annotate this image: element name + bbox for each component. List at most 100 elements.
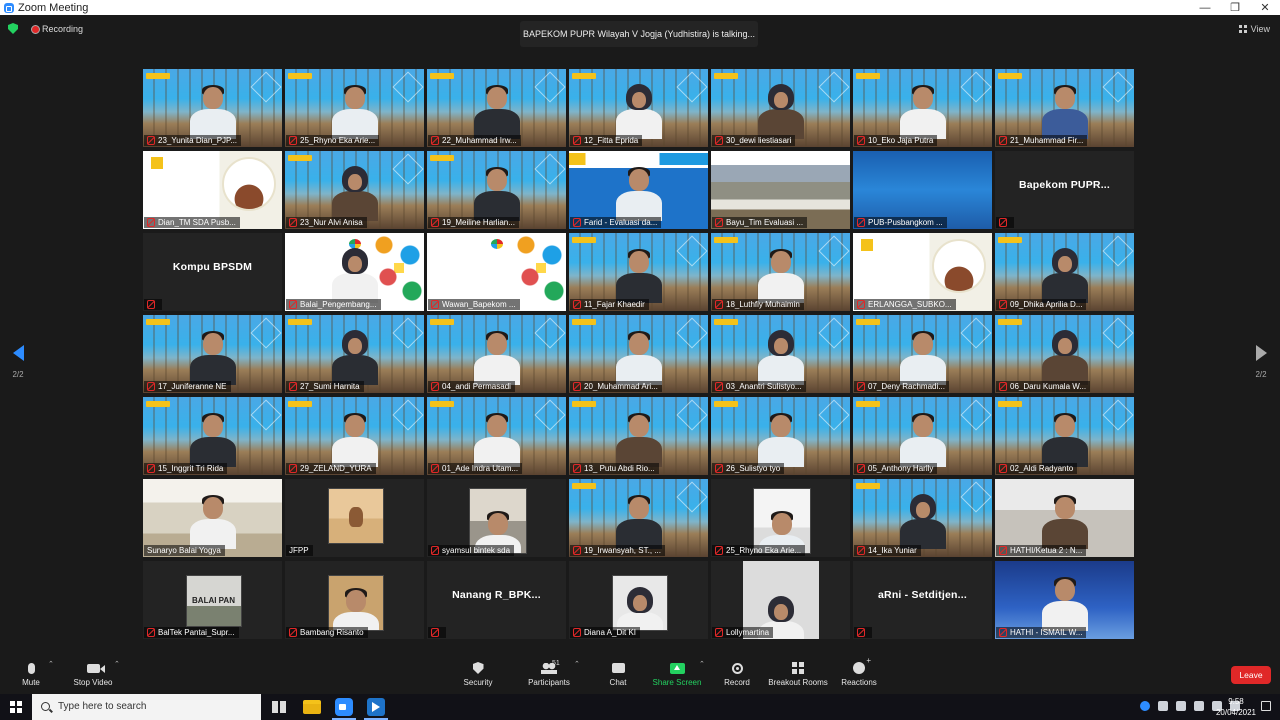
windows-start-icon[interactable] <box>10 701 22 713</box>
close-button[interactable]: ✕ <box>1250 0 1280 15</box>
media-app-taskbar-icon[interactable] <box>364 698 388 720</box>
participant-tile[interactable]: syamsul bintek sda <box>427 479 566 557</box>
participant-tile[interactable]: aRni - Setditjen... <box>853 561 992 639</box>
participant-tile[interactable]: Wawan_Bapekom ... <box>427 233 566 311</box>
participant-tile[interactable]: 26_Sulistyo tyo <box>711 397 850 475</box>
participant-tile[interactable]: 09_Dhika Aprilia D... <box>995 233 1134 311</box>
battery-icon[interactable] <box>1194 701 1204 711</box>
participant-tile[interactable]: 11_Fajar Khaedir <box>569 233 708 311</box>
share-screen-label: Share Screen <box>652 678 702 687</box>
participant-tile[interactable]: Nanang R_BPK... <box>427 561 566 639</box>
muted-mic-icon <box>289 136 297 145</box>
participant-tile[interactable]: 19_Meiline Harlian... <box>427 151 566 229</box>
stop-video-button[interactable]: Stop Video <box>70 660 116 687</box>
participant-tile[interactable]: 03_Anantri Sulistyo... <box>711 315 850 393</box>
breakout-rooms-button[interactable]: Breakout Rooms <box>768 660 828 687</box>
participant-tile[interactable]: BALAI PAN BalTek Pantai_Supr... <box>143 561 282 639</box>
task-view-icon[interactable] <box>270 698 288 716</box>
participants-chevron-icon[interactable]: ⌃ <box>574 660 580 668</box>
participant-tile[interactable]: 29_ZELAND_YURA <box>285 397 424 475</box>
taskbar-search-placeholder: Type here to search <box>58 701 147 712</box>
participant-tile[interactable]: 30_dewi liestiasari <box>711 69 850 147</box>
encryption-shield-icon[interactable] <box>8 23 18 34</box>
participant-tile[interactable]: Bambang Risanto <box>285 561 424 639</box>
participant-tile[interactable]: Bayu_Tim Evaluasi ... <box>711 151 850 229</box>
muted-mic-icon <box>431 382 439 391</box>
participant-tile[interactable]: ERLANGGA_SUBKO... <box>853 233 992 311</box>
participant-name: Farid - Evaluasi da... <box>584 218 658 227</box>
participant-tile[interactable]: Bapekom PUPR... <box>995 151 1134 229</box>
participant-tile[interactable]: Dian_TM SDA Pusb... <box>143 151 282 229</box>
participant-tile[interactable]: 02_Aldi Radyanto <box>995 397 1134 475</box>
reactions-button[interactable]: Reactions <box>840 656 878 687</box>
participant-tile[interactable]: 04_andi Permasadi <box>427 315 566 393</box>
chat-button[interactable]: Chat <box>604 660 632 687</box>
participant-tile[interactable]: 23_Yunita Dian_PJP... <box>143 69 282 147</box>
participant-tile[interactable]: 25_Rhyno Eka Arie... <box>285 69 424 147</box>
participant-nameplate: HATHI - ISMAIL W... <box>996 627 1087 638</box>
participant-tile[interactable]: 23_Nur Alvi Anisa <box>285 151 424 229</box>
participant-tile[interactable]: Diana A_Dit KI <box>569 561 708 639</box>
participant-tile[interactable]: 10_Eko Jaja Putra <box>853 69 992 147</box>
participant-tile[interactable]: PUB-Pusbangkom ... <box>853 151 992 229</box>
participant-nameplate: 04_andi Permasadi <box>428 381 515 392</box>
participant-tile[interactable]: Balai_Pengembang... <box>285 233 424 311</box>
leave-button[interactable]: Leave <box>1231 666 1271 684</box>
participant-name: Diana A_Dit KI <box>584 628 637 637</box>
participant-nameplate <box>428 627 446 638</box>
participant-tile[interactable]: Lollymartina <box>711 561 850 639</box>
participant-tile[interactable]: 12_Fitta Eprida <box>569 69 708 147</box>
participant-tile[interactable]: 01_Ade Indra Utam... <box>427 397 566 475</box>
video-options-chevron-icon[interactable]: ⌃ <box>114 660 120 668</box>
participant-tile[interactable]: 21_Muhammad Fir... <box>995 69 1134 147</box>
participant-tile[interactable]: Sunaryo Balai Yogya <box>143 479 282 557</box>
share-options-chevron-icon[interactable]: ⌃ <box>699 660 705 668</box>
audio-options-chevron-icon[interactable]: ⌃ <box>48 660 54 668</box>
participant-tile[interactable]: 27_Sumi Harnita <box>285 315 424 393</box>
previous-page-button[interactable]: 2/2 <box>6 340 30 380</box>
taskbar-search-box[interactable]: Type here to search <box>32 694 261 720</box>
taskbar-clock[interactable]: 9:58 20/04/2021 <box>1216 696 1256 718</box>
show-hidden-icons-icon[interactable] <box>1158 701 1168 711</box>
participant-tile[interactable]: 05_Anthony Harlly <box>853 397 992 475</box>
participant-name: 15_Inggrit Tri Rida <box>158 464 224 473</box>
file-explorer-icon[interactable] <box>303 700 321 714</box>
recording-label[interactable]: Recording <box>42 24 83 34</box>
restore-button[interactable]: ❐ <box>1220 0 1250 15</box>
muted-mic-icon <box>431 136 439 145</box>
participant-video <box>331 413 378 467</box>
participant-tile[interactable]: 17_Juniferanne NE <box>143 315 282 393</box>
participant-tile[interactable]: 18_Luthfiy Muhaimin <box>711 233 850 311</box>
participant-tile[interactable]: 07_Deny Rachmadi... <box>853 315 992 393</box>
next-page-button[interactable]: 2/2 <box>1249 340 1273 380</box>
participants-button[interactable]: 51 Participants <box>526 660 572 687</box>
security-button[interactable]: Security <box>460 660 496 687</box>
participant-tile[interactable]: HATHI - ISMAIL W... <box>995 561 1134 639</box>
minimize-button[interactable]: — <box>1190 0 1220 15</box>
participant-tile[interactable]: 15_Inggrit Tri Rida <box>143 397 282 475</box>
participant-tile[interactable]: 22_Muhammad Irw... <box>427 69 566 147</box>
participant-nameplate: 30_dewi liestiasari <box>712 135 796 146</box>
participant-tile[interactable]: JFPP <box>285 479 424 557</box>
participant-name: HATHI/Ketua 2 : N... <box>1010 546 1083 555</box>
zoom-taskbar-icon[interactable] <box>332 698 356 720</box>
participant-tile[interactable]: 20_Muhammad Ari... <box>569 315 708 393</box>
notification-center-icon[interactable] <box>1261 701 1271 711</box>
help-icon[interactable] <box>1140 701 1150 711</box>
network-icon[interactable] <box>1176 701 1186 711</box>
view-button[interactable]: View <box>1238 24 1270 34</box>
participant-tile[interactable]: HATHI/Ketua 2 : N... <box>995 479 1134 557</box>
mute-button[interactable]: Mute <box>18 660 44 687</box>
share-screen-button[interactable]: Share Screen <box>652 660 702 687</box>
participant-name: 02_Aldi Radyanto <box>1010 464 1074 473</box>
participant-tile[interactable]: Farid - Evaluasi da... <box>569 151 708 229</box>
participant-tile[interactable]: 13_ Putu Abdi Rio... <box>569 397 708 475</box>
participant-tile[interactable]: 14_Ika Yuniar <box>853 479 992 557</box>
participant-tile[interactable]: Kompu BPSDM <box>143 233 282 311</box>
participant-tile[interactable]: 19_Irwansyah, ST., ... <box>569 479 708 557</box>
participant-tile[interactable]: 25_Rhyno Eka Arie... <box>711 479 850 557</box>
building-emblem-icon <box>222 157 276 211</box>
participant-tile[interactable]: 06_Daru Kumala W... <box>995 315 1134 393</box>
record-button[interactable]: Record <box>722 660 752 687</box>
muted-mic-icon <box>857 546 865 555</box>
